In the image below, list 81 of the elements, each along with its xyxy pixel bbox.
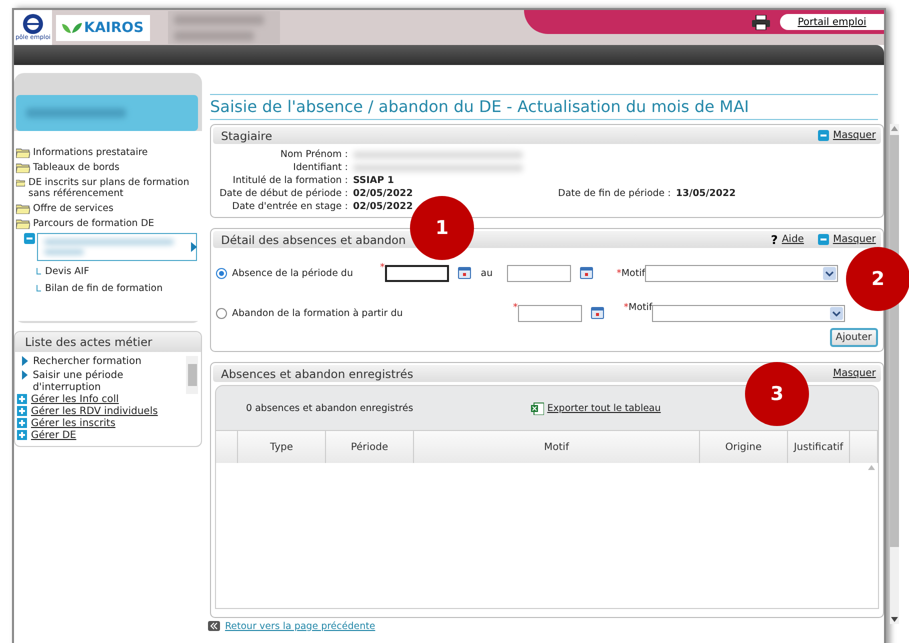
tree-branch-icon bbox=[36, 268, 41, 275]
logo-icon bbox=[23, 14, 43, 34]
panel-title: Liste des actes métier bbox=[15, 332, 201, 352]
nav-item[interactable]: Offre de services bbox=[14, 201, 202, 216]
action-link[interactable]: Gérer les RDV individuels bbox=[15, 406, 201, 418]
field-label: Date d'entrée en stage : bbox=[231, 201, 349, 212]
printer-icon[interactable] bbox=[752, 14, 770, 30]
radio-label: Abandon de la formation à partir du bbox=[232, 308, 404, 318]
to-label: au bbox=[480, 268, 493, 278]
triangle-icon bbox=[191, 242, 197, 252]
action-link[interactable]: Gérer DE bbox=[15, 430, 201, 442]
brand-logo: KAIROS bbox=[56, 14, 150, 40]
scroll-down-icon[interactable] bbox=[890, 617, 898, 622]
panel-title: Absences et abandon enregistrés bbox=[221, 366, 414, 380]
folder-icon bbox=[16, 177, 26, 188]
hide-link[interactable]: Masquer bbox=[832, 234, 876, 245]
help-icon[interactable]: ? bbox=[770, 232, 778, 246]
action-link[interactable]: Gérer les Info coll bbox=[15, 394, 201, 406]
nav-item[interactable]: Tableaux de bords bbox=[14, 160, 202, 175]
field-label: Motif bbox=[628, 302, 652, 313]
folder-icon bbox=[16, 147, 30, 158]
nav-item[interactable]: Parcours de formation DE bbox=[14, 216, 202, 231]
plus-icon bbox=[17, 394, 27, 404]
field-label: Date de fin de période : bbox=[558, 188, 672, 199]
help-link[interactable]: Aide bbox=[782, 234, 804, 245]
date-field[interactable] bbox=[506, 264, 571, 282]
field-value: 13/05/2022 bbox=[676, 188, 737, 199]
field-label: Identifiant : bbox=[292, 162, 349, 173]
spreadsheet-icon bbox=[531, 402, 544, 414]
calendar-icon[interactable] bbox=[590, 307, 604, 319]
plus-icon bbox=[17, 406, 27, 416]
motif-select[interactable] bbox=[652, 304, 846, 322]
sub-nav-item[interactable]: Devis AIF bbox=[36, 263, 202, 280]
field-value: SSIAP 1 bbox=[353, 175, 396, 186]
nav-item[interactable]: Informations prestataire bbox=[14, 145, 202, 160]
folder-icon bbox=[16, 203, 30, 214]
back-icon[interactable] bbox=[208, 621, 220, 631]
tree-branch-icon bbox=[36, 285, 41, 292]
minus-icon[interactable] bbox=[818, 130, 829, 141]
add-button[interactable]: Ajouter bbox=[830, 328, 878, 347]
required-mark: * bbox=[616, 268, 622, 278]
field-label: Nom Prénom : bbox=[279, 149, 349, 160]
field-value: 02/05/2022 bbox=[353, 188, 414, 199]
record-count: 0 absences et abandon enregistrés bbox=[246, 402, 414, 414]
folder-icon bbox=[16, 162, 30, 173]
scrollbar[interactable] bbox=[186, 356, 198, 394]
scroll-up-icon[interactable] bbox=[868, 465, 875, 470]
folder-icon bbox=[16, 218, 30, 229]
required-mark: * bbox=[513, 302, 518, 313]
calendar-icon[interactable] bbox=[580, 267, 593, 279]
required-mark: * bbox=[624, 302, 628, 313]
portal-link[interactable]: Portail emploi bbox=[780, 14, 884, 30]
date-field[interactable] bbox=[518, 304, 582, 322]
sub-nav-item[interactable]: Bilan de fin de formation bbox=[36, 280, 202, 297]
action-item[interactable]: Saisir une période d'interruption bbox=[22, 370, 186, 394]
panel-title: Stagiaire bbox=[221, 128, 272, 142]
hide-link[interactable]: Masquer bbox=[832, 368, 876, 379]
panel-title: Détail des absences et abandon bbox=[221, 232, 406, 246]
field-label: Date de début de période : bbox=[218, 188, 349, 199]
radio-button[interactable] bbox=[216, 308, 227, 318]
motif-select[interactable] bbox=[645, 264, 838, 282]
action-link[interactable]: Gérer les inscrits bbox=[15, 418, 201, 430]
plus-icon bbox=[17, 430, 27, 440]
plus-icon bbox=[17, 418, 27, 428]
date-field[interactable] bbox=[384, 264, 449, 282]
export-link[interactable]: Exporter tout le tableau bbox=[531, 402, 661, 414]
minus-icon[interactable] bbox=[818, 234, 829, 245]
selected-trainee[interactable] bbox=[37, 233, 197, 261]
radio-label: Absence de la période du bbox=[232, 268, 354, 278]
field-label: Motif bbox=[621, 268, 646, 278]
field-label: Intitulé de la formation : bbox=[232, 175, 349, 186]
back-link[interactable]: Retour vers la page précédente bbox=[225, 620, 376, 632]
scroll-up-icon[interactable] bbox=[890, 126, 898, 131]
collapse-icon[interactable] bbox=[24, 233, 35, 244]
calendar-icon[interactable] bbox=[458, 267, 471, 279]
action-item[interactable]: Rechercher formation bbox=[22, 356, 186, 368]
nav-item[interactable]: DE inscrits sur plans de formation sans référencement bbox=[14, 175, 202, 201]
radio-button[interactable] bbox=[216, 268, 227, 278]
page-title: Saisie de l'absence / abandon du DE - Actualisation du mois de MAI bbox=[210, 94, 878, 120]
hide-link[interactable]: Masquer bbox=[832, 130, 876, 141]
required-mark: * bbox=[380, 262, 385, 273]
